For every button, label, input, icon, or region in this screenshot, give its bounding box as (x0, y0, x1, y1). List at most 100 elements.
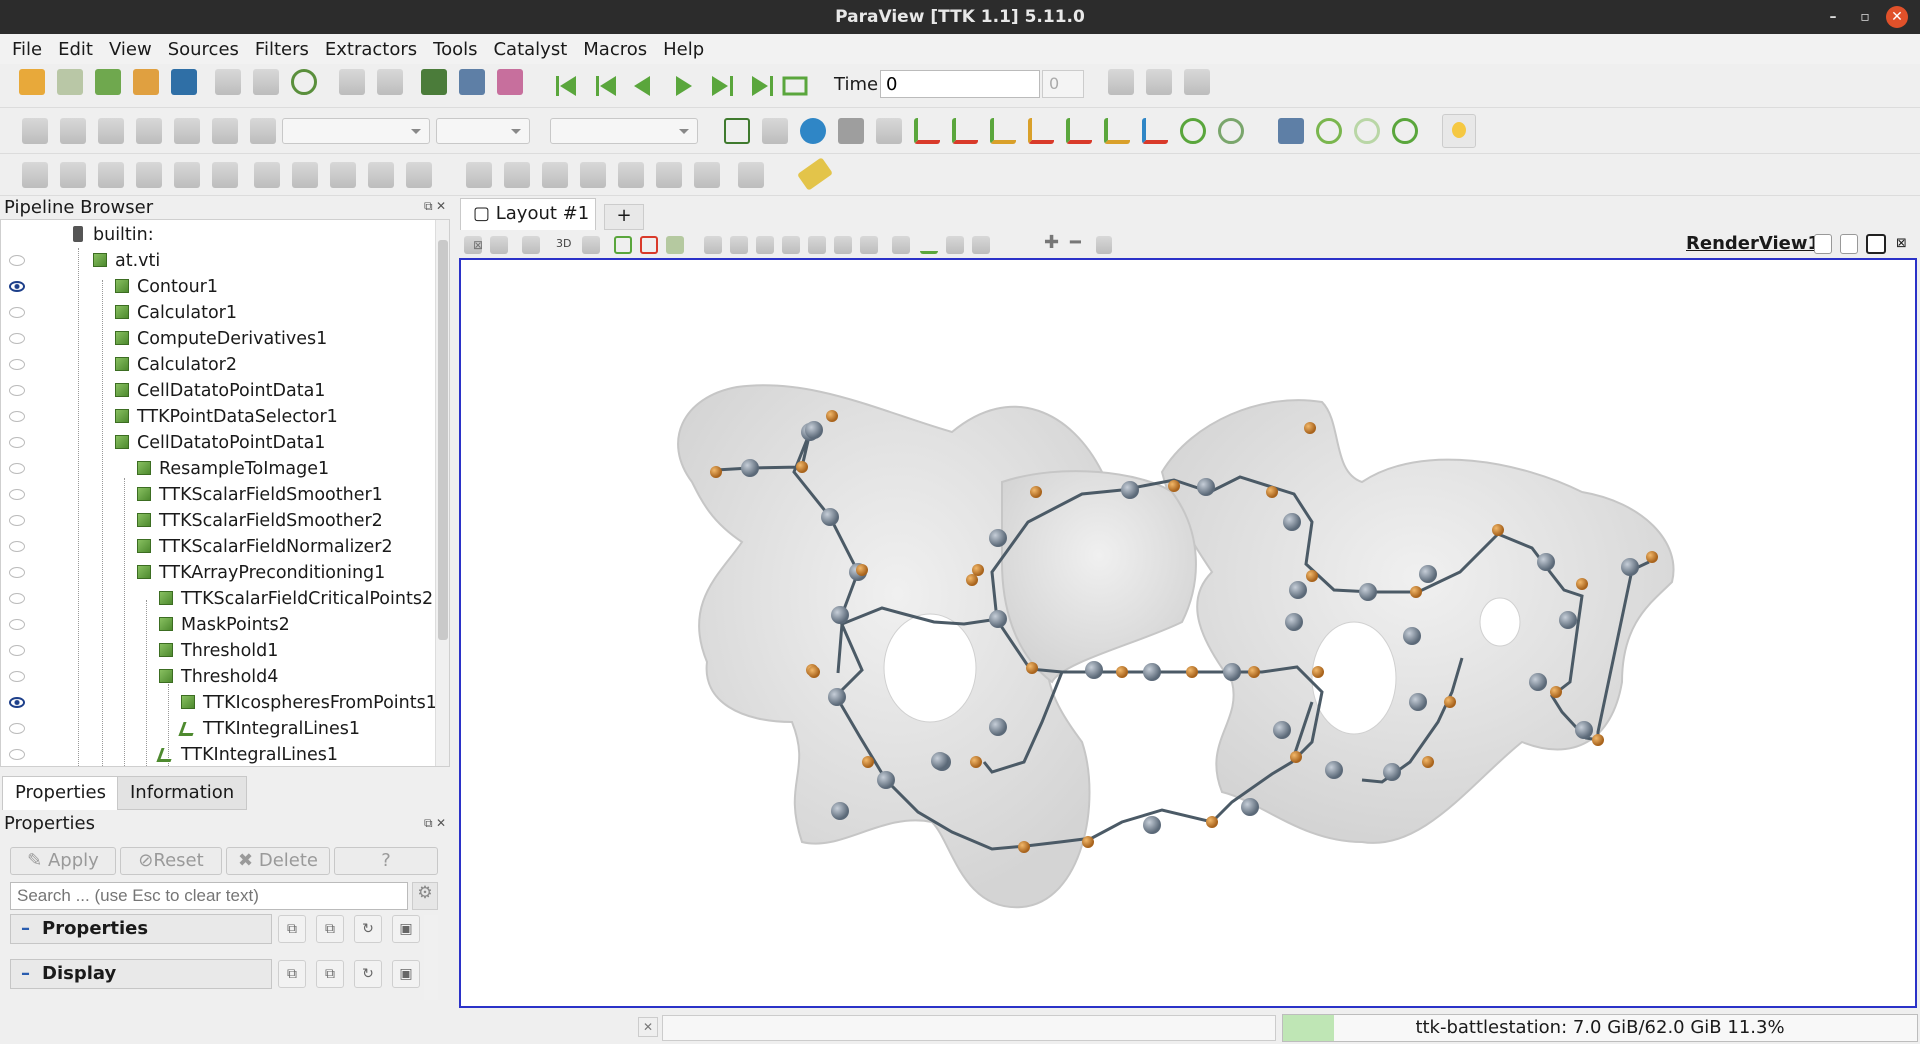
eye-icon[interactable] (9, 645, 25, 656)
rescale-custom-icon[interactable] (136, 118, 162, 144)
eye-icon[interactable] (9, 307, 25, 318)
zoom-to-box-icon[interactable] (1146, 69, 1172, 95)
display-section-header[interactable]: – Display (10, 959, 272, 989)
pipeline-item[interactable]: ResampleToImage1 (1, 456, 431, 482)
plot-over-line-icon[interactable] (466, 162, 492, 188)
pipeline-item[interactable]: Calculator2 (1, 352, 431, 378)
orientation-axes-icon[interactable] (1278, 118, 1304, 144)
pipeline-scrollbar[interactable] (435, 220, 449, 766)
select-cells-icon[interactable] (614, 236, 632, 254)
plot-data-icon[interactable] (580, 162, 606, 188)
interaction-zoom-icon[interactable] (876, 118, 902, 144)
connect-icon[interactable] (133, 69, 159, 95)
tab-information[interactable]: Information (117, 776, 248, 810)
eye-icon[interactable] (9, 385, 25, 396)
menu-file[interactable]: File (4, 39, 50, 60)
menu-tools[interactable]: Tools (425, 39, 485, 60)
pipeline-item[interactable]: TTKScalarFieldNormalizer2 (1, 534, 431, 560)
redo-icon[interactable] (377, 69, 403, 95)
extract-level-icon[interactable] (406, 162, 432, 188)
clip-icon[interactable] (98, 162, 124, 188)
toggle-color-legend-icon[interactable] (22, 118, 48, 144)
pipeline-item[interactable]: Threshold4 (1, 664, 431, 690)
eye-icon[interactable] (9, 411, 25, 422)
download-icon[interactable] (95, 69, 121, 95)
reload-icon[interactable]: ↻ (354, 960, 382, 988)
screenshot-icon[interactable] (1184, 69, 1210, 95)
load-data-icon[interactable] (253, 69, 279, 95)
menu-extractors[interactable]: Extractors (317, 39, 425, 60)
extract-selection-icon[interactable] (920, 236, 938, 254)
close-message-icon[interactable]: ✕ (638, 1017, 658, 1037)
reload-icon[interactable] (291, 69, 317, 95)
copy-icon[interactable]: ⧉ (278, 915, 306, 943)
view-plus-z-icon[interactable] (1066, 118, 1092, 144)
eye-icon[interactable] (9, 749, 25, 760)
render-view[interactable] (459, 258, 1917, 1008)
paste-icon[interactable]: ⧉ (316, 960, 344, 988)
plot-selection-icon[interactable] (946, 236, 964, 254)
grow-selection-icon[interactable] (860, 236, 878, 254)
properties-scrollbar[interactable] (424, 915, 438, 1000)
python-icon[interactable] (171, 69, 197, 95)
gear-icon[interactable]: ⚙ (412, 882, 438, 910)
apply-button[interactable]: ✎ Apply (10, 847, 116, 875)
reload-icon[interactable]: ↻ (354, 915, 382, 943)
color-array-select[interactable] (282, 118, 430, 144)
warp-icon[interactable] (330, 162, 356, 188)
shrink-selection-icon[interactable] (892, 236, 910, 254)
time-input[interactable] (880, 70, 1040, 98)
3d-toggle-icon[interactable]: 3D (556, 237, 571, 250)
view-minus-y-icon[interactable] (1028, 118, 1054, 144)
eye-icon[interactable] (9, 333, 25, 344)
select-blocks-icon[interactable] (782, 236, 800, 254)
calculator-icon[interactable] (22, 162, 48, 188)
camera-redo-icon[interactable] (459, 69, 485, 95)
temporal-icon[interactable] (656, 162, 682, 188)
select-polygon-icon[interactable] (756, 236, 774, 254)
pipeline-item[interactable]: Calculator1 (1, 300, 431, 326)
rescale-temporal-icon[interactable] (174, 118, 200, 144)
eye-icon[interactable] (9, 723, 25, 734)
color-palette-icon[interactable] (497, 69, 523, 95)
rotate-plus-90-icon[interactable] (1180, 118, 1206, 144)
close-icon[interactable]: ✕ (1886, 6, 1908, 28)
copy-icon[interactable]: ⧉ (278, 960, 306, 988)
screenshot-icon[interactable] (522, 236, 540, 254)
select-through-icon[interactable] (730, 236, 748, 254)
view-plus-x-icon[interactable] (914, 118, 940, 144)
ray-cast-icon[interactable] (694, 162, 720, 188)
eye-icon[interactable] (9, 437, 25, 448)
eye-icon[interactable] (9, 463, 25, 474)
eye-icon[interactable] (9, 515, 25, 526)
split-vertical-icon[interactable] (1840, 234, 1858, 254)
split-horizontal-icon[interactable] (1814, 234, 1832, 254)
reset-camera-closest-icon[interactable] (762, 118, 788, 144)
pipeline-item[interactable]: TTKScalarFieldCriticalPoints2 (1, 586, 433, 612)
menu-view[interactable]: View (101, 39, 160, 60)
center-axes-icon[interactable] (800, 118, 826, 144)
eye-icon[interactable] (9, 281, 25, 292)
find-data-icon[interactable] (972, 236, 990, 254)
pipeline-item[interactable]: TTKPointDataSelector1 (1, 404, 431, 430)
menu-help[interactable]: Help (655, 39, 712, 60)
undo-icon[interactable] (339, 69, 365, 95)
eye-icon[interactable] (9, 619, 25, 630)
eye-icon[interactable] (9, 567, 25, 578)
add-layout-button[interactable]: + (604, 204, 644, 230)
pipeline-item[interactable]: MaskPoints2 (1, 612, 431, 638)
menu-sources[interactable]: Sources (160, 39, 247, 60)
save-data-icon[interactable] (215, 69, 241, 95)
pipeline-item[interactable]: TTKIntegralLines1 (1, 716, 431, 742)
save-icon[interactable]: ▣ (392, 960, 420, 988)
camera-undo-icon[interactable] (421, 69, 447, 95)
tab-layout-1[interactable]: ▢ Layout #1 ⊠ (460, 198, 596, 252)
time-step-spinbox[interactable]: 0 (1042, 70, 1084, 98)
component-select[interactable] (436, 118, 530, 144)
pipeline-item[interactable]: Contour1 (1, 274, 431, 300)
pipeline-item[interactable]: ComputeDerivatives1 (1, 326, 431, 352)
pipeline-item[interactable]: builtin: (1, 222, 431, 248)
scrollbar-thumb[interactable] (438, 240, 448, 640)
select-on-icon[interactable] (704, 236, 722, 254)
eye-icon[interactable] (9, 593, 25, 604)
